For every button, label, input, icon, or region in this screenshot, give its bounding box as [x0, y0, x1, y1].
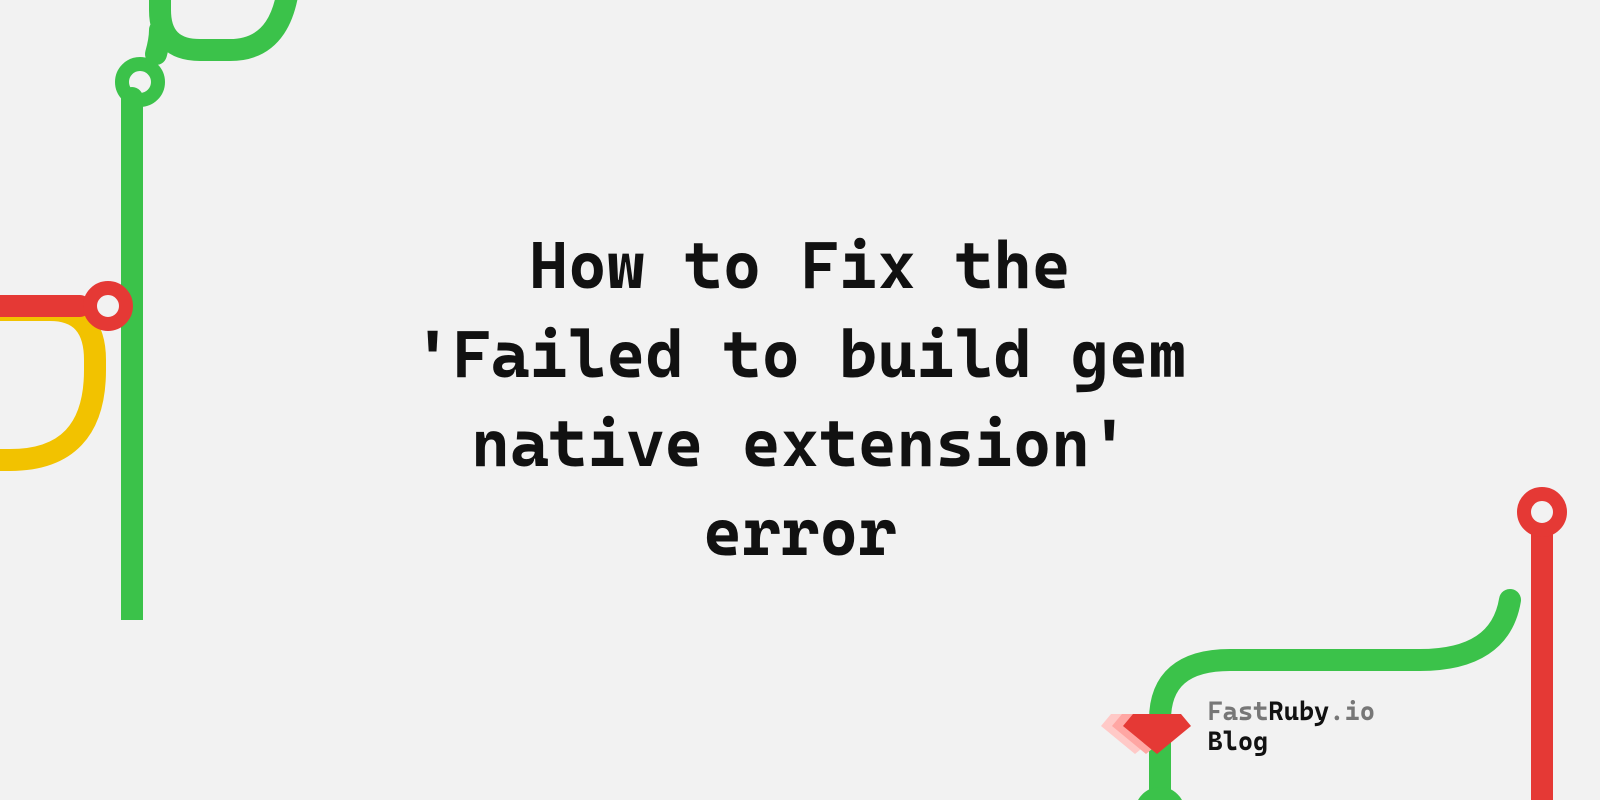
- brand-text: FastRuby.io Blog: [1207, 698, 1375, 758]
- ruby-gem-icon: [1121, 700, 1193, 756]
- page-title: How to Fix the 'Failed to build gem nati…: [413, 222, 1186, 578]
- brand-logo: FastRuby.io Blog: [1121, 698, 1375, 758]
- brand-word-ruby: Ruby: [1268, 698, 1329, 728]
- brand-name: FastRuby.io: [1207, 698, 1375, 728]
- brand-subtitle: Blog: [1207, 728, 1375, 758]
- brand-word-io: .io: [1329, 698, 1375, 728]
- brand-word-fast: Fast: [1207, 698, 1268, 728]
- title-container: How to Fix the 'Failed to build gem nati…: [0, 0, 1600, 800]
